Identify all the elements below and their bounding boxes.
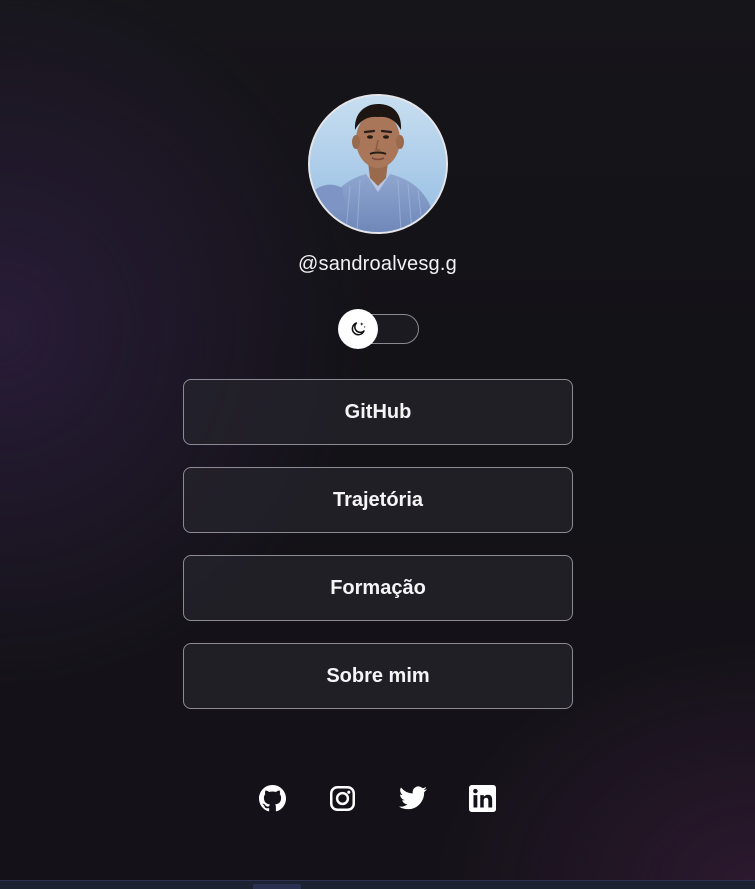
- toggle-knob[interactable]: [338, 309, 378, 349]
- username: @sandroalvesg.g: [298, 253, 457, 275]
- github-icon[interactable]: [259, 784, 287, 812]
- moon-stars-icon: [351, 322, 366, 336]
- instagram-icon[interactable]: [329, 784, 357, 812]
- bottom-bar: [0, 880, 755, 889]
- avatar: [308, 94, 448, 234]
- link-list: GitHub Trajetória Formação Sobre mim: [183, 379, 573, 731]
- linkedin-icon[interactable]: [469, 784, 497, 812]
- page: @sandroalvesg.g GitHub Trajetória Formaç…: [0, 0, 755, 889]
- twitter-icon[interactable]: [398, 784, 427, 812]
- theme-toggle[interactable]: [338, 309, 419, 349]
- trajetoria-link-button[interactable]: Trajetória: [183, 467, 573, 533]
- social-links: [0, 784, 755, 812]
- github-link-button[interactable]: GitHub: [183, 379, 573, 445]
- sobre-mim-link-button[interactable]: Sobre mim: [183, 643, 573, 709]
- formacao-link-button[interactable]: Formação: [183, 555, 573, 621]
- bottom-tab-indicator: [253, 884, 301, 889]
- avatar-image: [310, 96, 446, 232]
